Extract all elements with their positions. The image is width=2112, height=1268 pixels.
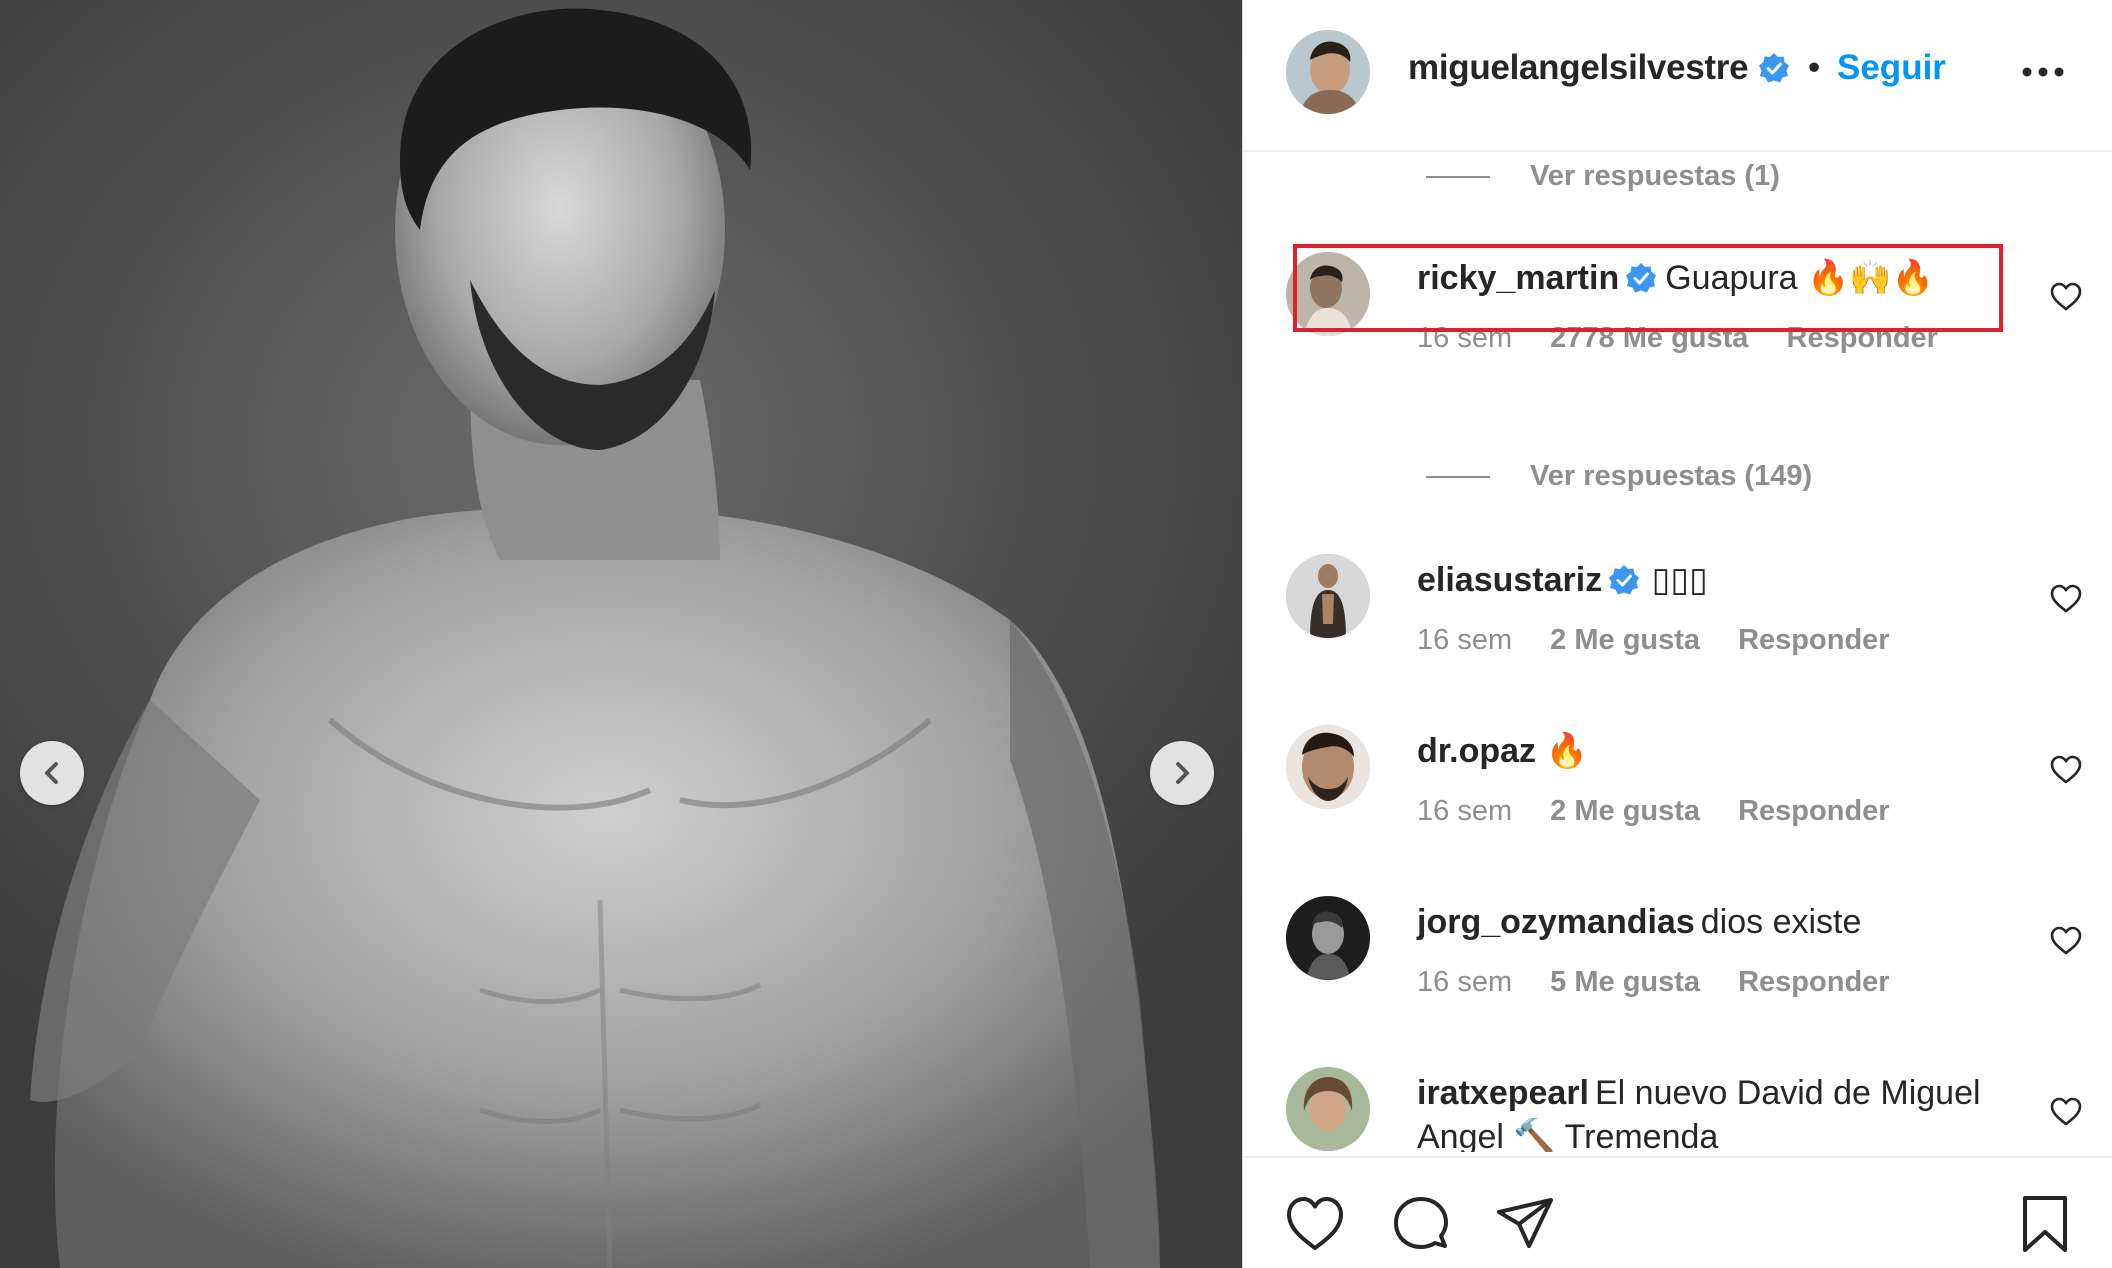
comment-bubble-icon[interactable] bbox=[1389, 1192, 1453, 1256]
comment-likes[interactable]: 2778 Me gusta bbox=[1550, 322, 1748, 354]
comment-emoji: 🔨 bbox=[1513, 1117, 1556, 1152]
commenter-avatar[interactable] bbox=[1286, 896, 1370, 980]
heart-icon[interactable] bbox=[2049, 753, 2083, 787]
reply-button[interactable]: Responder bbox=[1738, 624, 1889, 656]
reply-button[interactable]: Responder bbox=[1738, 795, 1889, 827]
comment-text: dr.opaz 🔥 bbox=[1417, 729, 1588, 773]
comment-time[interactable]: 16 sem bbox=[1417, 624, 1512, 656]
next-photo-button[interactable] bbox=[1150, 741, 1214, 805]
bookmark-icon[interactable] bbox=[2013, 1192, 2077, 1256]
reply-button[interactable]: Responder bbox=[1787, 322, 1938, 354]
header-separator: • bbox=[1808, 48, 1821, 87]
post-photo-figure bbox=[30, 8, 1160, 1268]
previous-photo-button[interactable] bbox=[20, 741, 84, 805]
post-photo bbox=[0, 0, 1242, 1268]
owner-avatar[interactable] bbox=[1286, 30, 1370, 114]
heart-icon[interactable] bbox=[2049, 924, 2083, 958]
commenter-avatar[interactable] bbox=[1286, 554, 1370, 638]
view-replies-toggle[interactable]: Ver respuestas (1) bbox=[1426, 160, 1780, 193]
comment-username[interactable]: iratxepearl bbox=[1417, 1074, 1589, 1112]
reply-button[interactable]: Responder bbox=[1738, 966, 1889, 998]
post-side-panel: miguelangelsilvestre • Seguir Ver respue… bbox=[1242, 0, 2112, 1268]
comment-text: ricky_martin Guapura 🔥🙌🔥 bbox=[1417, 256, 1934, 300]
commenter-avatar-image bbox=[1286, 725, 1370, 809]
commenter-avatar-image bbox=[1286, 554, 1370, 638]
owner-avatar-image bbox=[1286, 30, 1370, 114]
heart-icon[interactable] bbox=[1283, 1192, 1347, 1256]
commenter-avatar-image bbox=[1286, 896, 1370, 980]
comment-emoji: 🔥🙌🔥 bbox=[1807, 258, 1935, 298]
comment-time[interactable]: 16 sem bbox=[1417, 322, 1512, 354]
chevron-left-icon bbox=[45, 762, 58, 784]
comment-likes[interactable]: 2 Me gusta bbox=[1550, 624, 1700, 656]
comment-item: dr.opaz 🔥 16 sem 2 Me gusta Responder bbox=[1243, 725, 2112, 855]
comment-time[interactable]: 16 sem bbox=[1417, 795, 1512, 827]
comment-body-continued: Tremenda bbox=[1564, 1118, 1719, 1152]
commenter-avatar[interactable] bbox=[1286, 725, 1370, 809]
comments-list: Ver respuestas (1) ricky_martin Guapura 🔥… bbox=[1243, 152, 2112, 1152]
comment-likes[interactable]: 2 Me gusta bbox=[1550, 795, 1700, 827]
commenter-avatar-image bbox=[1286, 1067, 1370, 1151]
heart-icon[interactable] bbox=[2049, 582, 2083, 616]
comment-body: dios existe bbox=[1700, 903, 1862, 941]
more-options-icon[interactable] bbox=[2019, 56, 2067, 88]
replies-line bbox=[1426, 475, 1490, 478]
view-replies-label: Ver respuestas (149) bbox=[1530, 460, 1813, 492]
comment-meta: 16 sem 2 Me gusta Responder bbox=[1417, 795, 1920, 828]
comment-item: eliasustariz ▯▯▯ 16 sem 2 Me gusta Respo… bbox=[1243, 554, 2112, 684]
comment-text: eliasustariz ▯▯▯ bbox=[1417, 558, 1708, 602]
post-header: miguelangelsilvestre • Seguir bbox=[1243, 0, 2112, 152]
comment-item: iratxepearl El nuevo David de Miguel Ange… bbox=[1243, 1067, 2112, 1152]
comment-emoji: ▯▯▯ bbox=[1651, 560, 1708, 600]
view-replies-label: Ver respuestas (1) bbox=[1530, 160, 1780, 192]
comment-item: jorg_ozymandias dios existe 16 sem 5 Me g… bbox=[1243, 896, 2112, 1026]
commenter-avatar[interactable] bbox=[1286, 252, 1370, 336]
chevron-right-icon bbox=[1176, 762, 1189, 784]
comment-likes[interactable]: 5 Me gusta bbox=[1550, 966, 1700, 998]
view-replies-toggle[interactable]: Ver respuestas (149) bbox=[1426, 460, 1812, 493]
comment-meta: 16 sem 2 Me gusta Responder bbox=[1417, 624, 1920, 657]
heart-icon[interactable] bbox=[2049, 280, 2083, 314]
verified-badge-icon bbox=[1608, 563, 1640, 595]
comment-time[interactable]: 16 sem bbox=[1417, 966, 1512, 998]
comment-username[interactable]: dr.opaz bbox=[1417, 732, 1536, 770]
comment-emoji: 🔥 bbox=[1545, 731, 1588, 771]
commenter-avatar-image bbox=[1286, 252, 1370, 336]
verified-badge-icon bbox=[1625, 261, 1657, 293]
comment-body: Guapura bbox=[1665, 259, 1798, 297]
comment-username[interactable]: eliasustariz bbox=[1417, 561, 1602, 599]
comment-username[interactable]: ricky_martin bbox=[1417, 259, 1619, 297]
post-actions-bar bbox=[1243, 1156, 2112, 1268]
comment-username[interactable]: jorg_ozymandias bbox=[1417, 903, 1695, 941]
comment-meta: 16 sem 2778 Me gusta Responder bbox=[1417, 322, 1968, 355]
comment-text: jorg_ozymandias dios existe bbox=[1417, 900, 1861, 944]
paper-plane-icon[interactable] bbox=[1493, 1192, 1557, 1256]
comment-item: ricky_martin Guapura 🔥🙌🔥 16 sem 2778 Me g… bbox=[1243, 252, 2112, 382]
comment-meta: 16 sem 5 Me gusta Responder bbox=[1417, 966, 1920, 999]
post-owner-username[interactable]: miguelangelsilvestre bbox=[1408, 48, 1749, 88]
replies-line bbox=[1426, 175, 1490, 178]
commenter-avatar[interactable] bbox=[1286, 1067, 1370, 1151]
verified-badge-icon bbox=[1758, 52, 1790, 84]
follow-button[interactable]: Seguir bbox=[1837, 48, 1946, 88]
heart-icon[interactable] bbox=[2049, 1095, 2083, 1129]
comment-text: iratxepearl El nuevo David de Miguel Ange… bbox=[1417, 1071, 2017, 1152]
